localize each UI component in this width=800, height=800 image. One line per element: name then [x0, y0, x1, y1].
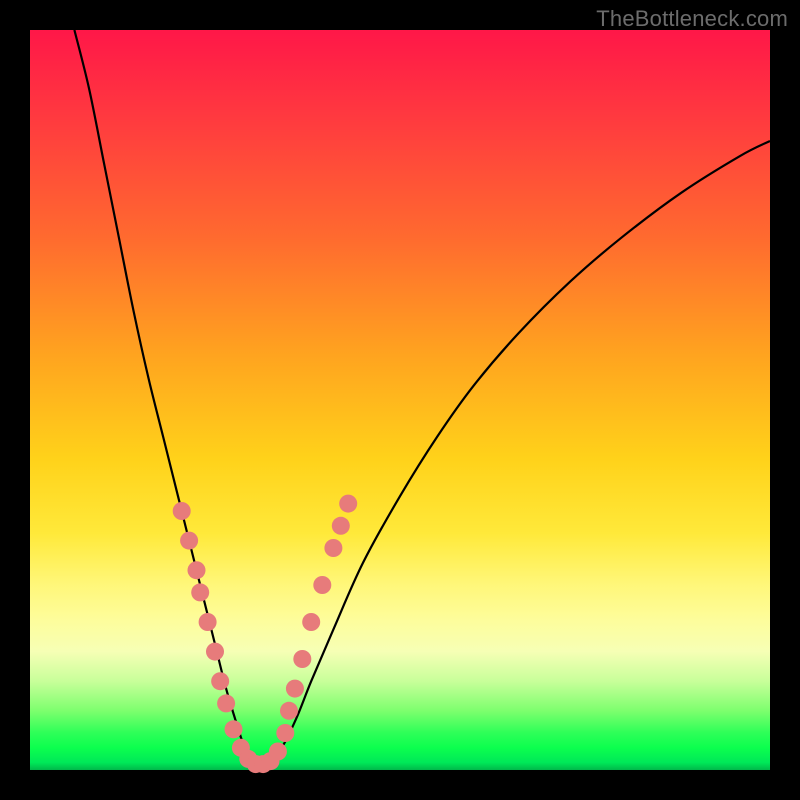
- highlight-dot: [206, 643, 224, 661]
- highlight-dot: [225, 720, 243, 738]
- highlight-dot: [324, 539, 342, 557]
- watermark-text: TheBottleneck.com: [596, 6, 788, 32]
- highlight-dot: [313, 576, 331, 594]
- highlight-dot: [339, 495, 357, 513]
- highlight-dot: [211, 672, 229, 690]
- highlight-dot: [188, 561, 206, 579]
- highlight-dot: [199, 613, 217, 631]
- highlight-dot: [286, 680, 304, 698]
- chart-svg: [30, 30, 770, 770]
- bottleneck-curve: [74, 30, 770, 766]
- plot-area: [30, 30, 770, 770]
- highlight-dot: [269, 743, 287, 761]
- highlight-dot: [173, 502, 191, 520]
- chart-container: TheBottleneck.com: [0, 0, 800, 800]
- highlight-dots-group: [173, 495, 358, 773]
- highlight-dot: [332, 517, 350, 535]
- highlight-dot: [180, 532, 198, 550]
- highlight-dot: [191, 583, 209, 601]
- highlight-dot: [302, 613, 320, 631]
- highlight-dot: [293, 650, 311, 668]
- highlight-dot: [280, 702, 298, 720]
- highlight-dot: [276, 724, 294, 742]
- highlight-dot: [217, 694, 235, 712]
